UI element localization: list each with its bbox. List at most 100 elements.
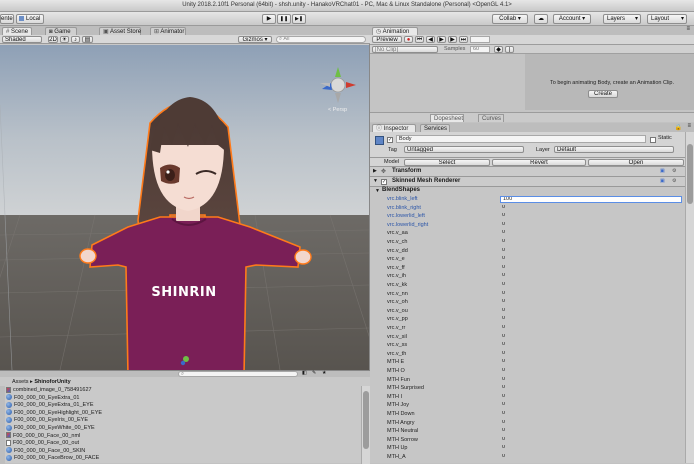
pause-button[interactable]: ❚❚: [277, 14, 291, 24]
step-button[interactable]: ▶❚: [292, 14, 306, 24]
clip-dropdown[interactable]: [No Clip]: [372, 46, 438, 53]
breadcrumb-assets[interactable]: Assets: [12, 379, 29, 385]
layout-dropdown[interactable]: Layout ▾: [647, 14, 687, 24]
blendshape-value-field[interactable]: 0: [500, 394, 682, 401]
blendshape-value-field[interactable]: 0: [500, 445, 682, 452]
blendshape-value-field[interactable]: 0: [500, 256, 682, 263]
blendshape-value-field[interactable]: 0: [500, 248, 682, 255]
help-icon[interactable]: ▣: [660, 168, 665, 174]
breadcrumb-folder[interactable]: ShinoforUnity: [34, 379, 70, 385]
blendshape-value-field[interactable]: 0: [500, 222, 682, 229]
static-checkbox[interactable]: [650, 137, 656, 143]
blendshape-value-field[interactable]: 0: [500, 402, 682, 409]
scrollbar-thumb[interactable]: [687, 144, 693, 204]
component-settings-icon[interactable]: ⚙: [672, 178, 676, 184]
blendshape-value-field[interactable]: 0: [500, 316, 682, 323]
account-button[interactable]: Account ▾: [553, 14, 591, 24]
blendshape-value-field[interactable]: 0: [500, 282, 682, 289]
blendshape-value-field[interactable]: 0: [500, 308, 682, 315]
model-revert-button[interactable]: Revert: [492, 159, 586, 166]
blendshape-value-field[interactable]: 0: [500, 334, 682, 341]
blendshape-value-field[interactable]: 0: [500, 411, 682, 418]
tag-dropdown[interactable]: Untagged: [404, 146, 524, 153]
blendshape-value-field[interactable]: 0: [500, 428, 682, 435]
blendshape-value-field[interactable]: 0: [500, 205, 682, 212]
model-select-button[interactable]: Select: [404, 159, 490, 166]
audio-toggle[interactable]: ♪: [71, 36, 80, 43]
inspector-scrollbar[interactable]: [685, 132, 694, 463]
tab-asset-store[interactable]: ▣ Asset Store: [99, 27, 141, 35]
blendshape-value-field[interactable]: 0: [500, 265, 682, 272]
active-checkbox[interactable]: ✓: [387, 137, 393, 143]
model-open-button[interactable]: Open: [588, 159, 684, 166]
blendshape-value-field[interactable]: 0: [500, 239, 682, 246]
blendshape-value-field[interactable]: 0: [500, 291, 682, 298]
local-global-button[interactable]: Local: [16, 14, 44, 24]
blendshape-value-field[interactable]: 0: [500, 385, 682, 392]
filter-by-type-icon[interactable]: ◧: [302, 370, 307, 376]
tab-animation[interactable]: ◷ Animation: [372, 27, 418, 35]
tab-animator[interactable]: ⊞ Animator: [150, 27, 186, 35]
component-settings-icon[interactable]: ⚙: [672, 168, 676, 174]
blendshape-value-field[interactable]: 0: [500, 299, 682, 306]
scene-viewport[interactable]: SHINRIN < Persp: [0, 45, 369, 370]
cloud-button[interactable]: ☁: [534, 14, 548, 24]
blendshape-value-field[interactable]: 0: [500, 420, 682, 427]
asset-list-item[interactable]: F00_000_00_FaceBrow_00_FACE: [6, 454, 99, 462]
scene-search-input[interactable]: ⌕ All: [276, 36, 366, 43]
project-search-input[interactable]: ⌕: [178, 371, 298, 377]
blendshape-value-field[interactable]: 0: [500, 213, 682, 220]
help-icon[interactable]: ▣: [660, 178, 665, 184]
anim-play-button[interactable]: ▶: [437, 36, 446, 43]
scrollbar-thumb[interactable]: [363, 391, 369, 449]
dopesheet-tab[interactable]: Dopesheet: [430, 114, 464, 122]
preview-button[interactable]: Preview: [372, 36, 402, 43]
curves-tab[interactable]: Curves: [478, 114, 504, 122]
blendshape-value-field[interactable]: 0: [500, 359, 682, 366]
gizmos-dropdown[interactable]: Gizmos ▾: [238, 36, 272, 43]
blendshapes-foldout[interactable]: ▼ BlendShapes: [370, 187, 694, 195]
blendshape-value-field[interactable]: 0: [500, 342, 682, 349]
effects-toggle[interactable]: ▤: [82, 36, 93, 43]
add-event-button[interactable]: ❘: [505, 46, 514, 53]
collab-button[interactable]: Collab ▾: [492, 14, 528, 24]
first-key-button[interactable]: ⏮: [415, 36, 424, 43]
blendshape-value-field[interactable]: 0: [500, 454, 682, 461]
favorite-star-icon[interactable]: ★: [322, 370, 326, 376]
blendshape-value-field[interactable]: 0: [500, 325, 682, 332]
create-clip-button[interactable]: Create: [588, 90, 618, 98]
persp-label[interactable]: < Persp: [328, 107, 347, 113]
play-button[interactable]: ▶: [262, 14, 276, 24]
panel-menu-icon[interactable]: ≡: [686, 26, 690, 32]
transform-component-header[interactable]: ▶ ✥ Transform ▣ ⚙: [370, 167, 694, 177]
2d-toggle[interactable]: 2D: [48, 36, 58, 43]
tab-services[interactable]: Services: [420, 124, 450, 132]
inspector-lock-icon[interactable]: 🔒: [675, 124, 682, 131]
tab-inspector[interactable]: ⓘ Inspector: [372, 124, 416, 132]
pivot-center-button[interactable]: enter: [0, 14, 14, 24]
blendshape-value-field[interactable]: 0: [500, 351, 682, 358]
frame-field[interactable]: [470, 36, 490, 43]
blendshape-value-field[interactable]: 0: [500, 377, 682, 384]
prev-key-button[interactable]: ◀: [426, 36, 435, 43]
blendshape-value-field[interactable]: 0: [500, 273, 682, 280]
object-name-field[interactable]: Body: [396, 135, 646, 143]
blendshape-value-field[interactable]: 100: [500, 196, 682, 203]
lighting-toggle[interactable]: ☀: [60, 36, 69, 43]
blendshape-value-field[interactable]: 0: [500, 230, 682, 237]
smr-component-header[interactable]: ▼ ✓ Skinned Mesh Renderer ▣ ⚙: [370, 177, 694, 187]
tab-scene[interactable]: # Scene: [2, 27, 32, 35]
project-scrollbar[interactable]: [361, 386, 370, 464]
enabled-checkbox[interactable]: ✓: [381, 179, 387, 185]
layers-dropdown[interactable]: Layers ▾: [603, 14, 641, 24]
add-keyframe-button[interactable]: ◆: [494, 46, 503, 53]
inspector-menu-icon[interactable]: ≡: [687, 123, 691, 129]
project-folder-tree[interactable]: [0, 386, 5, 464]
blendshape-value-field[interactable]: 0: [500, 437, 682, 444]
filter-by-label-icon[interactable]: ✎: [312, 370, 316, 376]
record-button[interactable]: ●: [404, 36, 413, 43]
layer-dropdown[interactable]: Default: [554, 146, 674, 153]
last-key-button[interactable]: ⏭: [459, 36, 468, 43]
shading-dropdown[interactable]: Shaded: [2, 36, 42, 43]
tab-game[interactable]: ◙ Game: [45, 27, 77, 35]
